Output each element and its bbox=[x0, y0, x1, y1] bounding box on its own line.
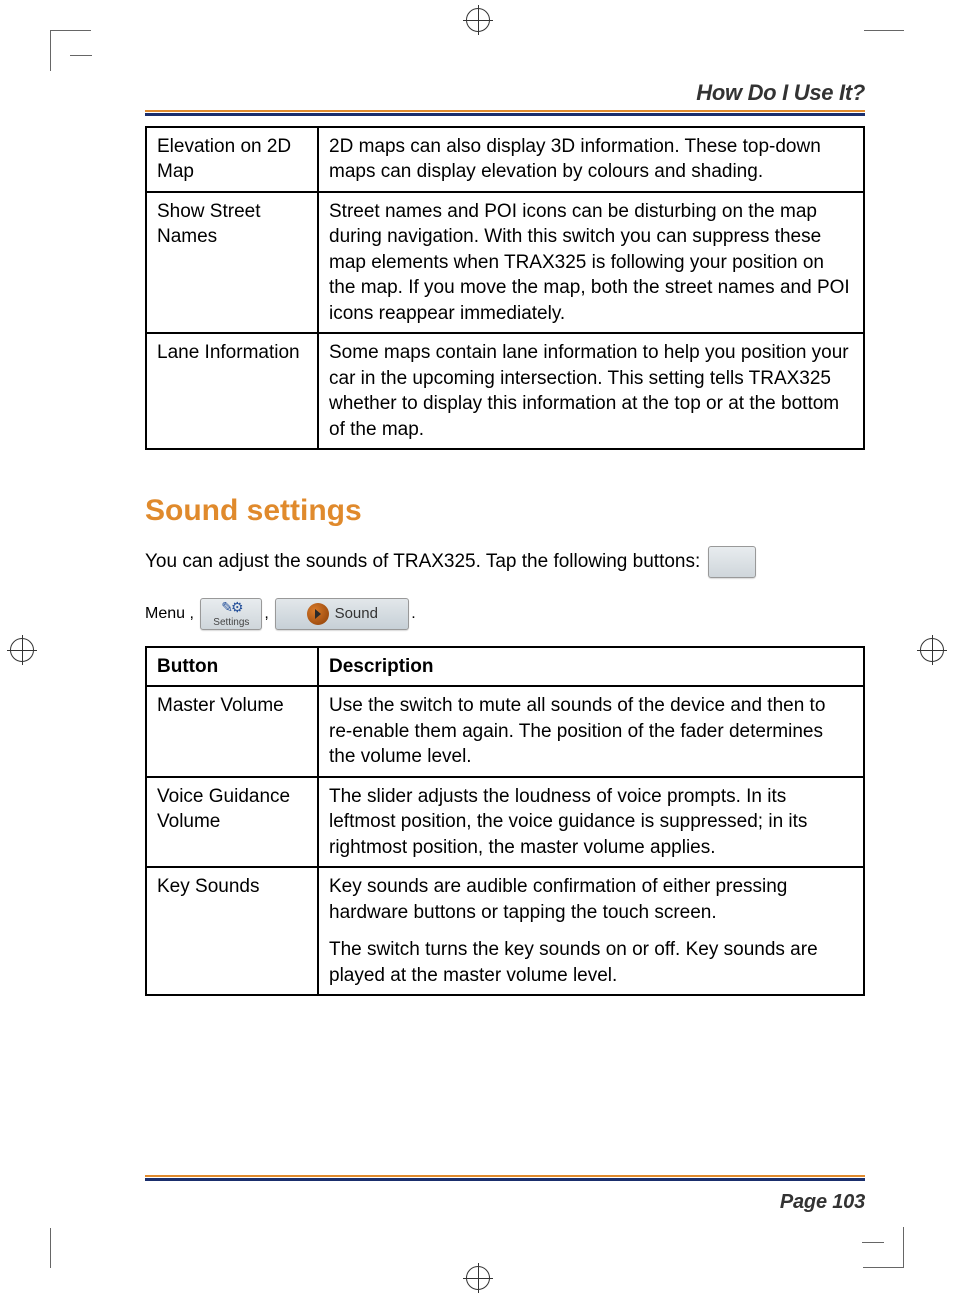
crop-mark bbox=[50, 1228, 91, 1268]
table-cell-button: Voice Guidance Volume bbox=[146, 777, 318, 867]
table-cell-description: Some maps contain lane information to he… bbox=[318, 333, 864, 449]
table-row: Key Sounds Key sounds are audible confir… bbox=[146, 867, 864, 995]
registration-mark-icon bbox=[10, 638, 34, 662]
menu-button-label: Menu bbox=[145, 605, 185, 622]
section-heading-sound-settings: Sound settings bbox=[145, 494, 865, 528]
registration-mark-icon bbox=[466, 1266, 490, 1290]
menu-button-icon bbox=[708, 546, 756, 578]
intro-text: You can adjust the sounds of TRAX325. Ta… bbox=[145, 551, 706, 572]
description-paragraph: The switch turns the key sounds on or of… bbox=[329, 937, 853, 988]
crop-mark bbox=[864, 30, 904, 71]
header-rule-blue bbox=[145, 113, 865, 116]
table-header-row: Button Description bbox=[146, 647, 864, 686]
table-cell-description: The slider adjusts the loudness of voice… bbox=[318, 777, 864, 867]
table-cell-button: Show Street Names bbox=[146, 192, 318, 333]
table-cell-button: Lane Information bbox=[146, 333, 318, 449]
header-rule-orange bbox=[145, 110, 865, 112]
registration-mark-icon bbox=[920, 638, 944, 662]
description-paragraph: Key sounds are audible confirmation of e… bbox=[329, 874, 853, 925]
table-cell-button: Elevation on 2D Map bbox=[146, 127, 318, 192]
description-paragraph: Use the switch to mute all sounds of the… bbox=[329, 693, 853, 769]
description-paragraph: The slider adjusts the loudness of voice… bbox=[329, 784, 853, 860]
crop-mark bbox=[862, 1242, 884, 1243]
sound-button-label: Sound bbox=[335, 605, 378, 622]
crop-mark bbox=[863, 1227, 904, 1268]
footer-rule-blue bbox=[145, 1178, 865, 1181]
settings-button-icon: ✎⚙ Settings bbox=[200, 598, 262, 630]
table-row: Lane Information Some maps contain lane … bbox=[146, 333, 864, 449]
table-header-description: Description bbox=[318, 647, 864, 686]
table-header-button: Button bbox=[146, 647, 318, 686]
table-cell-description: Use the switch to mute all sounds of the… bbox=[318, 686, 864, 776]
registration-mark-icon bbox=[466, 8, 490, 32]
settings-button-label: Settings bbox=[213, 617, 249, 628]
table-row: Elevation on 2D Map 2D maps can also dis… bbox=[146, 127, 864, 192]
table-cell-button: Master Volume bbox=[146, 686, 318, 776]
map-settings-table: Elevation on 2D Map 2D maps can also dis… bbox=[145, 126, 865, 450]
table-cell-description: Key sounds are audible confirmation of e… bbox=[318, 867, 864, 995]
crop-mark bbox=[50, 30, 91, 71]
speaker-icon bbox=[307, 603, 329, 625]
table-cell-button: Key Sounds bbox=[146, 867, 318, 995]
page-number: Page 103 bbox=[145, 1191, 865, 1214]
table-row: Show Street Names Street names and POI i… bbox=[146, 192, 864, 333]
page-header-title: How Do I Use It? bbox=[145, 80, 865, 106]
table-cell-description: 2D maps can also display 3D information.… bbox=[318, 127, 864, 192]
table-row: Master Volume Use the switch to mute all… bbox=[146, 686, 864, 776]
footer-rule-orange bbox=[145, 1175, 865, 1177]
table-cell-description: Street names and POI icons can be distur… bbox=[318, 192, 864, 333]
intro-paragraph: You can adjust the sounds of TRAX325. Ta… bbox=[145, 546, 865, 578]
sound-settings-table: Button Description Master Volume Use the… bbox=[145, 646, 865, 996]
crop-mark bbox=[70, 55, 92, 56]
table-row: Voice Guidance Volume The slider adjusts… bbox=[146, 777, 864, 867]
sound-button-icon: Sound bbox=[275, 598, 409, 630]
